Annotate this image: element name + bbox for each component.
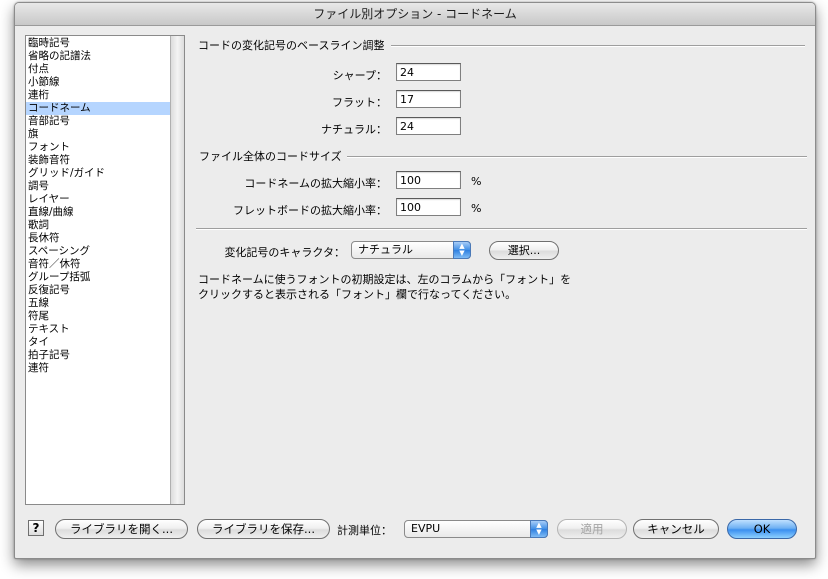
sidebar-item[interactable]: テキスト — [26, 323, 174, 336]
category-list[interactable]: 臨時記号 省略の記譜法 付点 小節線 連桁 コードネーム 音部記号旗フォント 装飾音符 グリッド… — [25, 35, 185, 505]
category-list-scrollbar[interactable] — [170, 36, 184, 504]
accidental-divider — [196, 228, 807, 230]
sidebar-item[interactable]: スペーシング — [26, 245, 174, 258]
sidebar-item[interactable]: 拍子記号 — [26, 349, 174, 362]
popup-arrows-icon: ▲ ▼ — [453, 241, 471, 259]
baseline-divider — [391, 45, 805, 47]
natural-input[interactable] — [396, 117, 461, 135]
accidental-popup-value: ナチュラル — [358, 243, 413, 256]
ok-button[interactable]: OK — [727, 519, 797, 539]
help-button[interactable]: ? — [28, 520, 44, 536]
sidebar-item[interactable]: フォント — [26, 141, 174, 154]
sidebar-item[interactable]: 臨時記号 — [26, 37, 174, 50]
popup-arrows-icon: ▲ ▼ — [530, 520, 548, 538]
sharp-input[interactable] — [396, 63, 461, 81]
file-options-dialog: ファイル別オプション - コードネーム 臨時記号 省略の記譜法 付点 小節線 連桁 コード… — [14, 2, 816, 559]
sidebar-item[interactable]: 歌詞 — [26, 219, 174, 232]
font-note-line1: コードネームに使うフォントの初期設定は、左のコラムから「フォント」を — [198, 273, 572, 286]
units-popup-value: EVPU — [411, 522, 441, 535]
size-divider — [347, 156, 807, 158]
accidental-label: 変化記号のキャラクタ： — [224, 246, 345, 259]
sidebar-item[interactable]: 連桁 — [26, 89, 174, 102]
sidebar-item[interactable]: 五線 — [26, 297, 174, 310]
sidebar-item[interactable]: 長休符 — [26, 232, 174, 245]
sharp-label: シャープ： — [332, 69, 387, 82]
flat-input[interactable] — [396, 90, 461, 108]
save-library-button[interactable]: ライブラリを保存... — [197, 519, 330, 539]
apply-button[interactable]: 適用 — [557, 519, 627, 539]
units-popup[interactable]: EVPU ▲ ▼ — [404, 520, 548, 538]
window-title: ファイル別オプション - コードネーム — [15, 3, 815, 26]
size-section-title: ファイル全体のコードサイズ — [199, 150, 342, 163]
fretboard-scale-label: フレットボードの拡大縮小率： — [233, 204, 387, 217]
sidebar-item[interactable]: 装飾音符 — [26, 154, 174, 167]
sidebar-item[interactable]: 直線/曲線 — [26, 206, 174, 219]
sidebar-item[interactable]: 連符 — [26, 362, 174, 375]
sidebar-item[interactable]: 旗 — [26, 128, 174, 141]
natural-label: ナチュラル： — [321, 123, 387, 136]
sidebar-item[interactable]: レイヤー — [26, 193, 174, 206]
category-list-items: 臨時記号 省略の記譜法 付点 小節線 連桁 コードネーム 音部記号旗フォント 装飾音符 グリッド… — [26, 37, 174, 375]
chord-scale-label: コードネームの拡大縮小率： — [244, 177, 387, 190]
sidebar-item[interactable]: 音部記号 — [26, 115, 174, 128]
sidebar-item[interactable]: 音符／休符 — [26, 258, 174, 271]
sidebar-item[interactable]: 符尾 — [26, 310, 174, 323]
accidental-popup[interactable]: ナチュラル ▲ ▼ — [351, 241, 471, 259]
select-character-button[interactable]: 選択... — [489, 241, 559, 260]
sidebar-item[interactable]: グリッド/ガイド — [26, 167, 174, 180]
chord-scale-input[interactable] — [396, 171, 461, 189]
sidebar-item[interactable]: タイ — [26, 336, 174, 349]
open-library-button[interactable]: ライブラリを開く... — [55, 519, 188, 539]
fretboard-scale-input[interactable] — [396, 198, 461, 216]
sidebar-item[interactable]: コードネーム — [26, 102, 174, 115]
sidebar-item[interactable]: 付点 — [26, 63, 174, 76]
fretboard-scale-unit: % — [471, 202, 482, 215]
sidebar-item[interactable]: グループ括弧 — [26, 271, 174, 284]
sidebar-item[interactable]: 省略の記譜法 — [26, 50, 174, 63]
units-label: 計測単位： — [337, 524, 392, 537]
cancel-button[interactable]: キャンセル — [633, 519, 719, 539]
sidebar-item[interactable]: 反復記号 — [26, 284, 174, 297]
baseline-section-title: コードの変化記号のベースライン調整 — [198, 39, 385, 52]
font-note-line2: クリックすると表示される「フォント」欄で行なってください。 — [198, 288, 517, 301]
flat-label: フラット： — [332, 96, 387, 109]
sidebar-item[interactable]: 小節線 — [26, 76, 174, 89]
sidebar-item[interactable]: 調号 — [26, 180, 174, 193]
chord-scale-unit: % — [471, 175, 482, 188]
